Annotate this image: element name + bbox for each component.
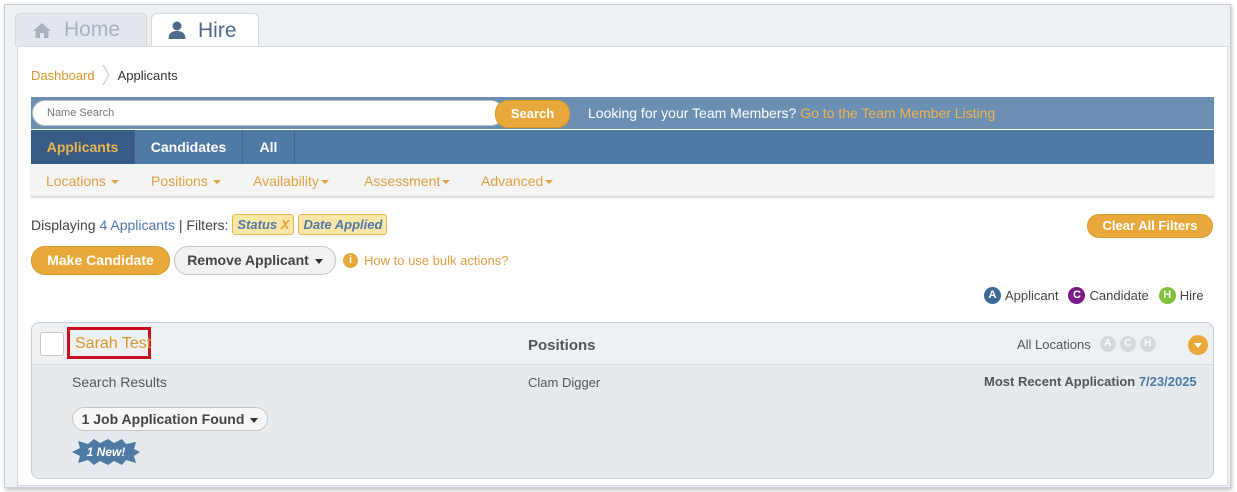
candidate-status-icon: C — [1119, 336, 1136, 352]
hire-badge-icon: H — [1158, 287, 1176, 304]
filter-chip-status-label: Status — [237, 217, 278, 232]
name-search-input[interactable] — [32, 100, 504, 126]
filter-advanced-label: Advanced — [481, 173, 544, 189]
team-members-prompt: Looking for your Team Members? Go to the… — [588, 97, 995, 129]
legend-applicant: A Applicant — [984, 287, 1058, 304]
results-summary: Displaying 4 Applicants | Filters: Statu… — [31, 214, 388, 235]
applicant-source: Search Results — [72, 374, 167, 390]
legend-hire: H Hire — [1158, 287, 1204, 304]
job-applications-label: 1 Job Application Found — [81, 411, 245, 427]
filter-assessment-label: Assessment — [364, 173, 441, 189]
new-badge-label: 1 New! — [86, 445, 126, 459]
applicant-card-header: Sarah Test Positions All Locations A C H — [32, 323, 1213, 365]
job-applications-dropdown[interactable]: 1 Job Application Found — [72, 407, 268, 431]
displaying-label: Displaying — [31, 216, 96, 233]
filter-positions[interactable]: Positions — [151, 164, 221, 198]
info-icon: i — [343, 253, 358, 268]
legend-applicant-label: Applicant — [1005, 288, 1059, 303]
filter-positions-label: Positions — [151, 173, 208, 189]
applicant-name-link[interactable]: Sarah Test — [75, 335, 151, 353]
view-tabs: Applicants Candidates All — [31, 130, 1214, 164]
positions-heading: Positions — [528, 337, 596, 354]
remove-applicant-dropdown[interactable]: Remove Applicant — [174, 246, 336, 275]
breadcrumb-dashboard-link[interactable]: Dashboard — [31, 68, 95, 83]
filter-assessment[interactable]: Assessment — [364, 164, 451, 198]
caret-down-icon — [110, 180, 119, 185]
legend-hire-label: Hire — [1179, 288, 1204, 303]
legend-candidate: C Candidate — [1068, 287, 1149, 304]
filter-chip-date-applied[interactable]: Date Applied — [298, 214, 388, 235]
main-panel: Dashboard Applicants Search Looking for … — [17, 46, 1228, 486]
caret-down-icon — [212, 180, 221, 185]
filter-advanced[interactable]: Advanced — [481, 164, 554, 198]
tab-candidates[interactable]: Candidates — [135, 130, 243, 164]
tab-home[interactable]: Home — [15, 13, 147, 46]
most-recent-label: Most Recent Application — [984, 374, 1136, 389]
remove-filter-icon[interactable]: X — [281, 217, 290, 232]
remove-applicant-label: Remove Applicant — [187, 252, 309, 268]
filter-chip-status[interactable]: Status X — [232, 214, 295, 235]
select-applicant-checkbox[interactable] — [40, 332, 64, 356]
search-button[interactable]: Search — [495, 100, 570, 128]
candidate-badge-icon: C — [1068, 287, 1086, 304]
most-recent-application: Most Recent Application 7/23/2025 — [984, 374, 1197, 389]
team-members-text: Looking for your Team Members? — [588, 105, 797, 121]
breadcrumb: Dashboard Applicants — [31, 64, 178, 86]
bulk-actions-help-link[interactable]: How to use bulk actions? — [364, 253, 509, 268]
bulk-actions-help[interactable]: i How to use bulk actions? — [343, 253, 509, 268]
legend-candidate-label: Candidate — [1089, 288, 1149, 303]
applicant-badge-icon: A — [984, 287, 1001, 304]
hire-status-icon: H — [1139, 336, 1156, 352]
status-legend: A Applicant C Candidate H Hire — [984, 287, 1214, 304]
tab-applicants[interactable]: Applicants — [31, 130, 135, 164]
caret-down-icon — [320, 180, 329, 185]
caret-down-icon — [314, 258, 323, 264]
filter-availability[interactable]: Availability — [253, 164, 329, 198]
user-icon — [168, 21, 186, 39]
caret-down-icon — [545, 180, 554, 185]
caret-down-icon — [250, 417, 259, 423]
make-candidate-button[interactable]: Make Candidate — [31, 246, 170, 275]
filters-label: | Filters: — [178, 216, 229, 233]
filter-menu-bar: Locations Positions Availability Assessm… — [31, 164, 1214, 197]
filter-locations-label: Locations — [46, 173, 106, 189]
applicant-status-icon: A — [1099, 336, 1116, 352]
applicant-position: Clam Digger — [528, 375, 601, 390]
locations-label: All Locations — [1017, 336, 1091, 352]
expand-chevron-icon[interactable] — [1188, 335, 1208, 355]
applicant-card: Sarah Test Positions All Locations A C H… — [31, 322, 1214, 479]
home-icon — [33, 22, 51, 38]
new-badge: 1 New! — [72, 439, 140, 465]
tab-home-label: Home — [64, 18, 121, 41]
filter-availability-label: Availability — [253, 173, 319, 189]
most-recent-date: 7/23/2025 — [1138, 374, 1197, 389]
team-member-listing-link[interactable]: Go to the Team Member Listing — [800, 105, 995, 121]
tab-hire[interactable]: Hire — [151, 13, 259, 47]
clear-all-filters-button[interactable]: Clear All Filters — [1087, 214, 1213, 238]
tab-hire-label: Hire — [198, 18, 237, 42]
search-bar: Search Looking for your Team Members? Go… — [31, 97, 1214, 129]
caret-down-icon — [442, 180, 451, 185]
app-window: Home Hire Dashboard Applicants Search Lo… — [4, 4, 1231, 488]
tab-all[interactable]: All — [243, 130, 295, 164]
chevron-right-icon — [102, 64, 110, 86]
applicant-locations: All Locations A C H — [1017, 336, 1156, 352]
applicant-count: 4 Applicants — [99, 216, 175, 233]
filter-locations[interactable]: Locations — [46, 164, 119, 198]
breadcrumb-current: Applicants — [117, 67, 178, 83]
